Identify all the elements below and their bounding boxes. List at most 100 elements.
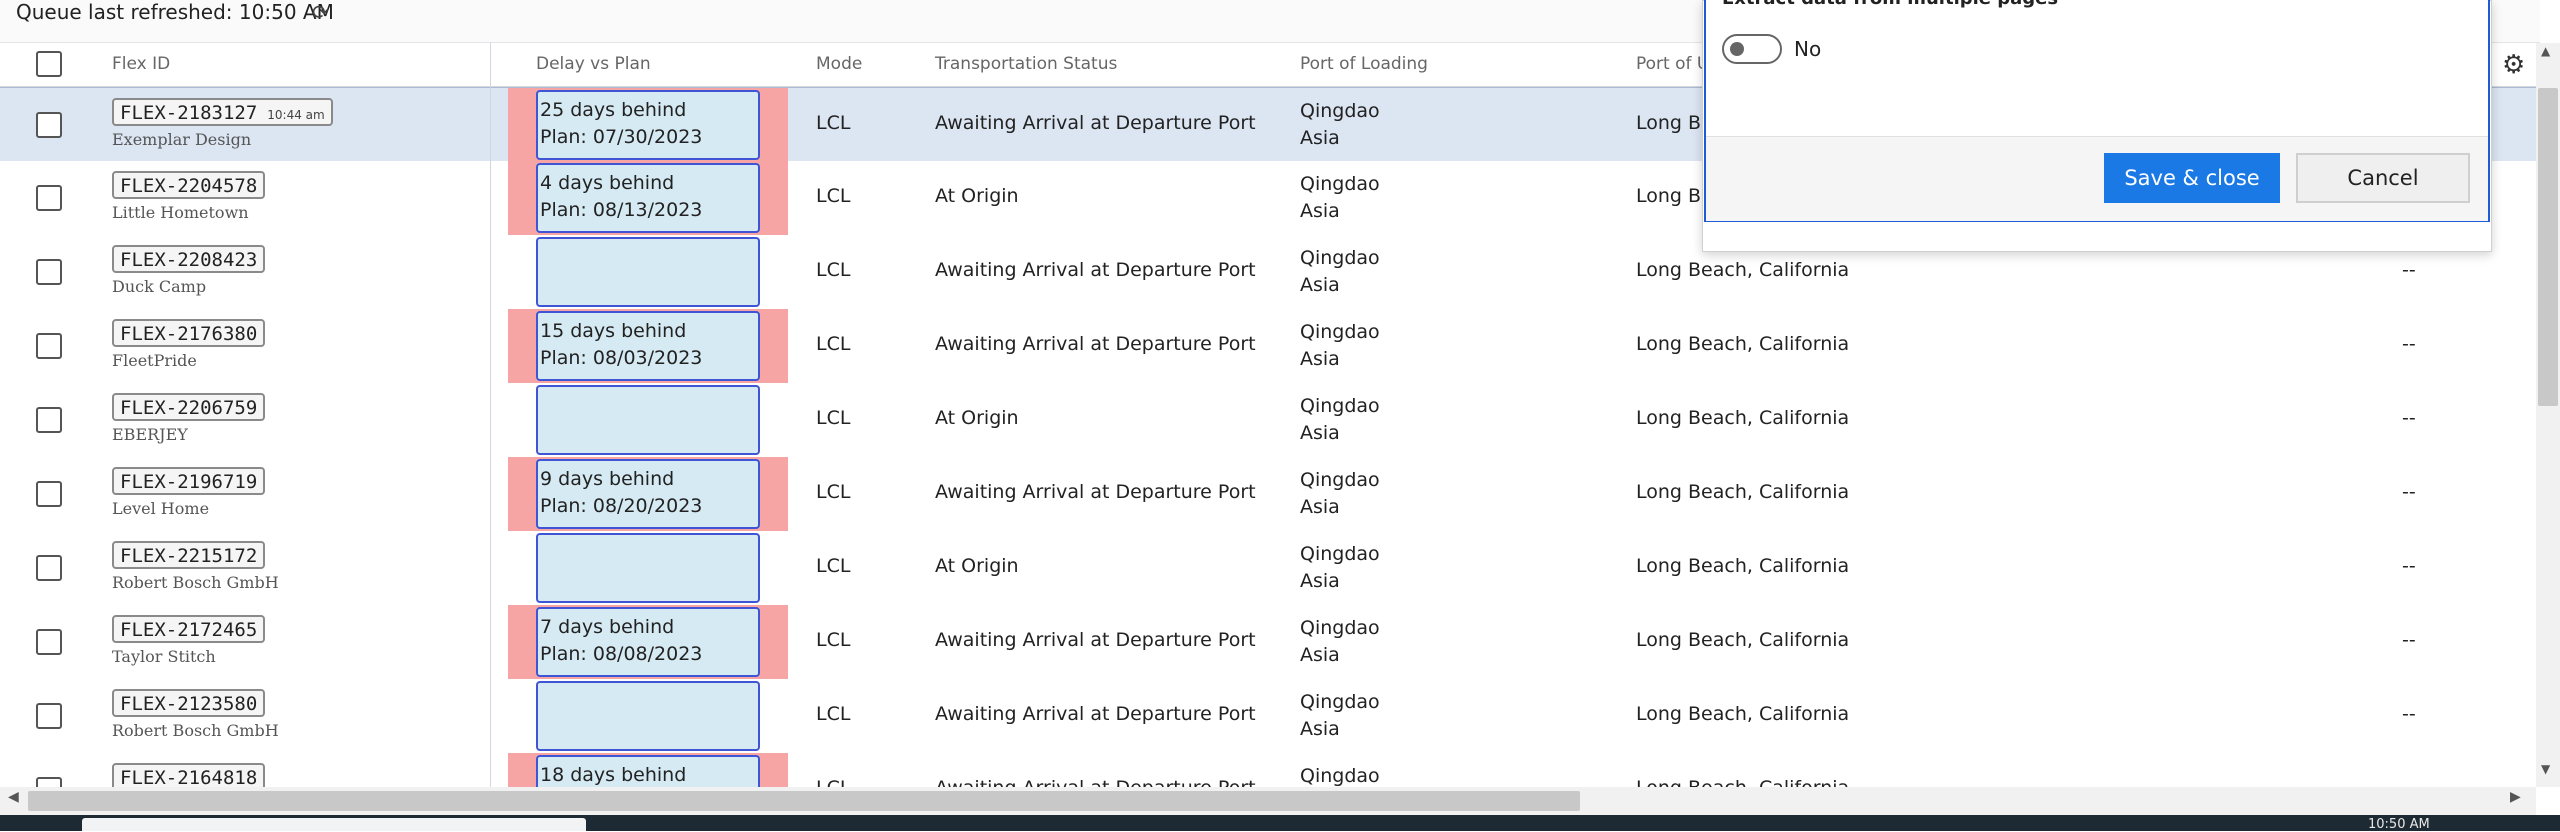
table-row[interactable]: FLEX-2176380 FleetPride 15 days behind Plan… bbox=[0, 309, 2536, 384]
mode-cell: LCL bbox=[816, 259, 851, 281]
delay-vs-plan-cell[interactable]: 15 days behind Plan: 08/03/2023 bbox=[536, 311, 760, 381]
table-row[interactable]: FLEX-2172465 Taylor Stitch 7 days behind Pl… bbox=[0, 605, 2536, 680]
scroll-left-icon[interactable]: ◀ bbox=[8, 789, 19, 805]
row-checkbox[interactable] bbox=[36, 259, 62, 285]
customer-name: Little Hometown bbox=[112, 203, 249, 222]
flex-id-badge[interactable]: FLEX-2164818 bbox=[112, 763, 266, 787]
dialog-title: Extract data from multiple pages bbox=[1722, 0, 2058, 9]
mode-cell: LCL bbox=[816, 185, 851, 207]
flex-id-badge[interactable]: FLEX-2172465 bbox=[112, 615, 266, 643]
flex-id-badge[interactable]: FLEX-2123580 bbox=[112, 689, 266, 717]
column-header-delay[interactable]: Delay vs Plan bbox=[536, 43, 651, 86]
taskbar-clock: 10:50 AM bbox=[2368, 817, 2430, 832]
mode-cell: LCL bbox=[816, 481, 851, 503]
taskbar-search-box[interactable] bbox=[82, 818, 586, 831]
table-row[interactable]: FLEX-2215172 Robert Bosch GmbH LCL At Origi… bbox=[0, 531, 2536, 606]
row-checkbox[interactable] bbox=[36, 333, 62, 359]
table-row[interactable]: FLEX-2196719 Level Home 9 days behind Plan:… bbox=[0, 457, 2536, 532]
delay-days: 15 days behind bbox=[540, 320, 687, 342]
transportation-status-cell: Awaiting Arrival at Departure Port bbox=[935, 629, 1256, 651]
row-checkbox[interactable] bbox=[36, 481, 62, 507]
transportation-status-cell: At Origin bbox=[935, 185, 1019, 207]
scroll-right-icon[interactable]: ▶ bbox=[2510, 789, 2521, 805]
flex-id: FLEX-2204578 bbox=[120, 175, 258, 197]
table-row[interactable]: FLEX-2123580 Robert Bosch GmbH LCL Awaiting… bbox=[0, 679, 2536, 754]
delay-vs-plan-cell[interactable]: 25 days behind Plan: 07/30/2023 bbox=[536, 90, 760, 160]
delay-days: 9 days behind bbox=[540, 468, 675, 490]
flex-id: FLEX-2123580 bbox=[120, 693, 258, 715]
row-checkbox[interactable] bbox=[36, 555, 62, 581]
port-of-loading-cell: Qingdao Asia bbox=[1300, 171, 1380, 225]
row-checkbox[interactable] bbox=[36, 407, 62, 433]
flex-id-badge[interactable]: FLEX-2206759 bbox=[112, 393, 266, 421]
column-header-port-of-loading[interactable]: Port of Loading bbox=[1300, 43, 1428, 86]
delay-vs-plan-cell[interactable] bbox=[536, 681, 760, 751]
queue-refresh-status: Queue last refreshed: 10:50 AM bbox=[16, 0, 334, 24]
flex-id-badge[interactable]: FLEX-2183127 10:44 am bbox=[112, 98, 333, 126]
table-row[interactable]: FLEX-2206759 EBERJEY LCL At Origin Qingdao As… bbox=[0, 383, 2536, 458]
port-of-loading-cell: Qingdao Asia bbox=[1300, 245, 1380, 299]
column-header-flex-id[interactable]: Flex ID bbox=[112, 43, 170, 86]
empty-value-cell: -- bbox=[2402, 407, 2416, 429]
delay-vs-plan-cell[interactable] bbox=[536, 385, 760, 455]
column-header-mode[interactable]: Mode bbox=[816, 43, 862, 86]
scroll-down-icon[interactable]: ▼ bbox=[2541, 762, 2550, 776]
mode-cell: LCL bbox=[816, 112, 851, 134]
flex-id-badge[interactable]: FLEX-2215172 bbox=[112, 541, 266, 569]
horizontal-scroll-thumb[interactable] bbox=[28, 791, 1580, 811]
port-of-loading-cell: Qingdao Asia bbox=[1300, 615, 1380, 669]
flex-id: FLEX-2172465 bbox=[120, 619, 258, 641]
port-of-loading-cell: Qingdao Asia bbox=[1300, 689, 1380, 743]
row-checkbox[interactable] bbox=[36, 185, 62, 211]
port-of-unloading-cell: Long Beach, California bbox=[1636, 333, 1850, 355]
customer-name: Duck Camp bbox=[112, 277, 207, 296]
transportation-status-cell: Awaiting Arrival at Departure Port bbox=[935, 259, 1256, 281]
gear-icon[interactable]: ⚙ bbox=[2502, 50, 2525, 80]
plan-date: Plan: 08/13/2023 bbox=[540, 199, 703, 221]
vertical-scroll-thumb[interactable] bbox=[2538, 88, 2558, 406]
empty-value-cell: -- bbox=[2402, 481, 2416, 503]
mode-cell: LCL bbox=[816, 629, 851, 651]
save-close-button[interactable]: Save & close bbox=[2104, 153, 2280, 203]
delay-vs-plan-cell[interactable] bbox=[536, 533, 760, 603]
table-row[interactable]: FLEX-2164818 18 days behind LCL Awaiting Ar… bbox=[0, 753, 2536, 787]
column-header-status[interactable]: Transportation Status bbox=[935, 43, 1117, 86]
port-of-unloading-cell: Long Beach, California bbox=[1636, 777, 1849, 787]
flex-id-badge[interactable]: FLEX-2208423 bbox=[112, 245, 266, 273]
select-all-checkbox[interactable] bbox=[36, 51, 62, 77]
cancel-button[interactable]: Cancel bbox=[2296, 153, 2470, 203]
flex-id-badge[interactable]: FLEX-2176380 bbox=[112, 319, 266, 347]
port-of-loading-city: Qingdao bbox=[1300, 395, 1380, 417]
delay-vs-plan-cell[interactable]: 4 days behind Plan: 08/13/2023 bbox=[536, 163, 760, 233]
transportation-status-cell: Awaiting Arrival at Departure Port bbox=[935, 333, 1256, 355]
row-checkbox[interactable] bbox=[36, 777, 62, 787]
row-checkbox[interactable] bbox=[36, 629, 62, 655]
scroll-up-icon[interactable]: ▲ bbox=[2541, 44, 2550, 58]
flex-id: FLEX-2176380 bbox=[120, 323, 258, 345]
port-of-loading-region: Asia bbox=[1300, 570, 1340, 592]
row-checkbox[interactable] bbox=[36, 703, 62, 729]
empty-value-cell: -- bbox=[2402, 555, 2416, 577]
flex-id-badge[interactable]: FLEX-2204578 bbox=[112, 171, 266, 199]
toggle-knob bbox=[1730, 42, 1744, 56]
delay-vs-plan-cell[interactable]: 9 days behind Plan: 08/20/2023 bbox=[536, 459, 760, 529]
port-of-loading-region: Asia bbox=[1300, 200, 1340, 222]
flex-id-badge[interactable]: FLEX-2196719 bbox=[112, 467, 266, 495]
customer-name: EBERJEY bbox=[112, 425, 188, 444]
mode-cell: LCL bbox=[816, 703, 851, 725]
refresh-icon[interactable]: ⟳ bbox=[312, 0, 329, 24]
column-header-port-of-unloading[interactable]: Port of U bbox=[1636, 43, 1709, 86]
port-of-loading-cell: Qingdao bbox=[1300, 763, 1380, 787]
empty-value-cell: -- bbox=[2402, 259, 2416, 281]
delay-vs-plan-cell[interactable] bbox=[536, 237, 760, 307]
delay-vs-plan-cell[interactable]: 7 days behind Plan: 08/08/2023 bbox=[536, 607, 760, 677]
port-of-loading-region: Asia bbox=[1300, 422, 1340, 444]
row-checkbox[interactable] bbox=[36, 112, 62, 138]
port-of-unloading-cell: Long Beach, California bbox=[1636, 629, 1850, 651]
transportation-status-cell: Awaiting Arrival at Departure Port bbox=[935, 481, 1256, 503]
port-of-loading-region: Asia bbox=[1300, 496, 1340, 518]
delay-days: 25 days behind bbox=[540, 99, 687, 121]
multiple-pages-toggle[interactable] bbox=[1722, 34, 1782, 64]
port-of-loading-cell: Qingdao Asia bbox=[1300, 319, 1380, 373]
delay-vs-plan-cell[interactable]: 18 days behind bbox=[536, 755, 760, 787]
